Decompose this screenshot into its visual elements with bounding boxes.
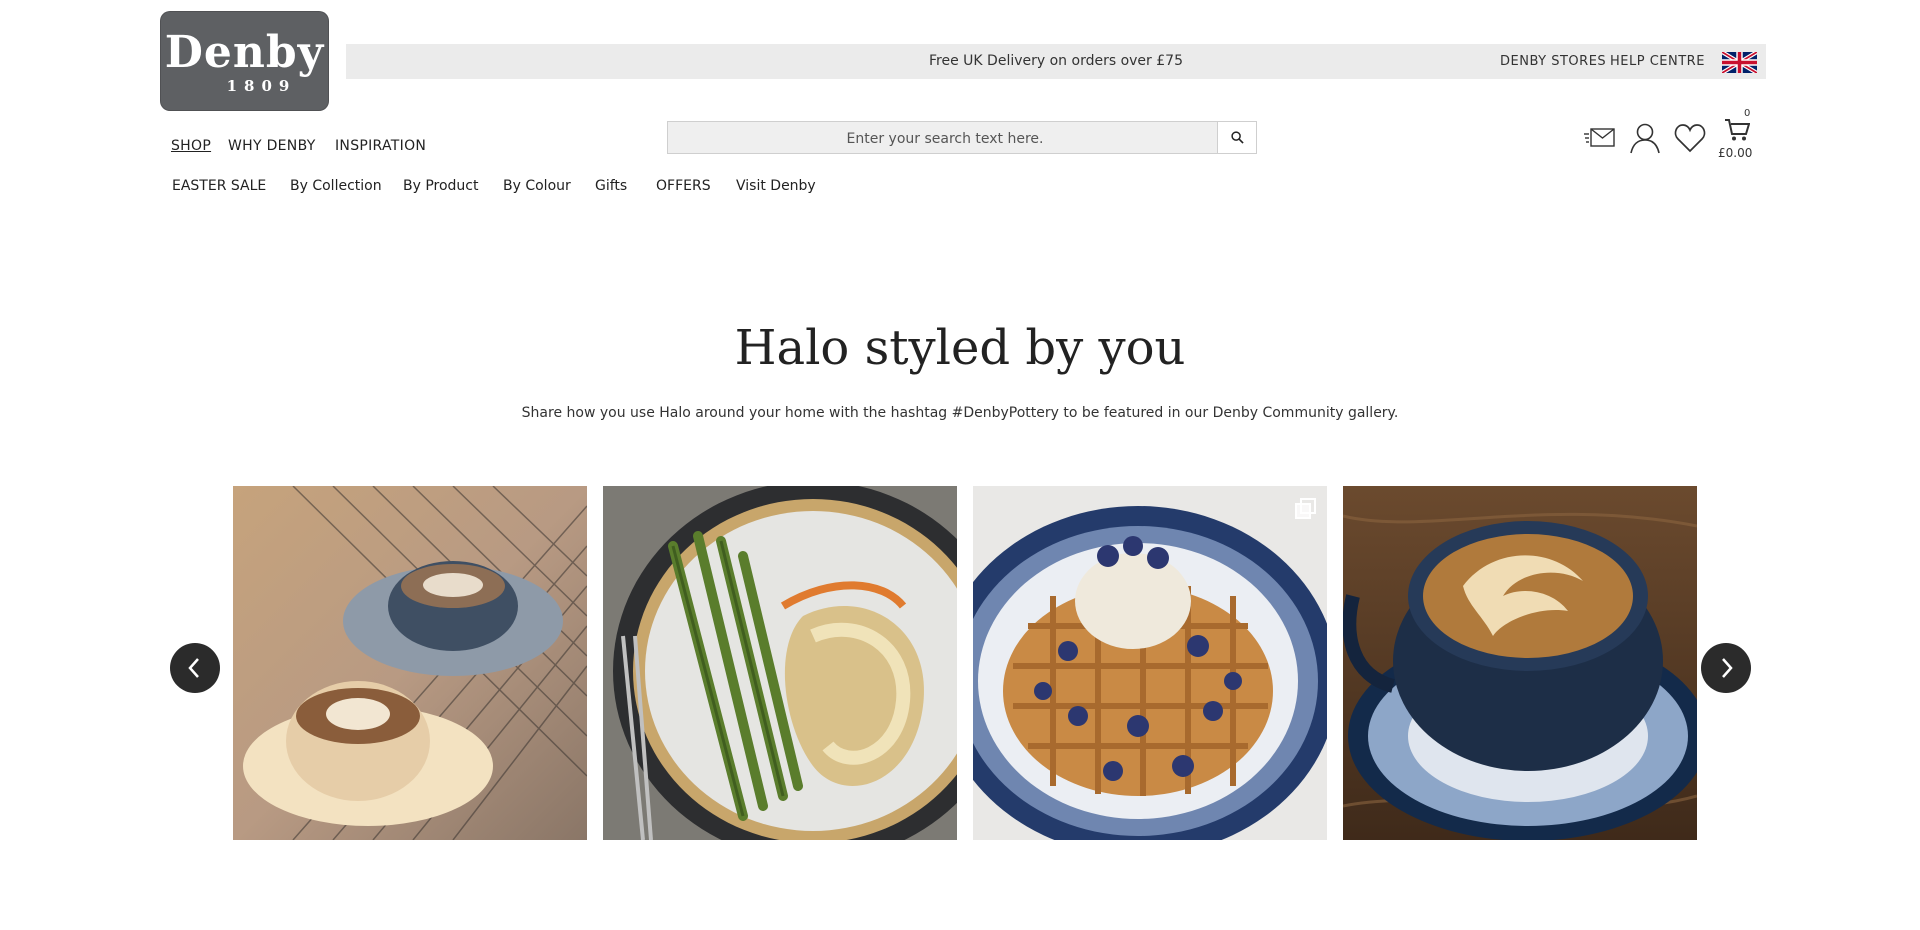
basket-count-badge: 0 xyxy=(1744,108,1751,119)
logo-year: 1809 xyxy=(226,77,297,95)
chevron-left-icon xyxy=(188,658,199,678)
gallery-image-waffle[interactable] xyxy=(973,486,1327,840)
basket-icon[interactable] xyxy=(1724,118,1751,146)
page-subtitle: Share how you use Halo around your home … xyxy=(521,405,1399,421)
subnav-visit-denby[interactable]: Visit Denby xyxy=(736,178,816,194)
page-title: Halo styled by you xyxy=(734,320,1186,376)
gallery-image-latte[interactable] xyxy=(1343,486,1697,840)
search-button[interactable] xyxy=(1217,122,1256,153)
gallery-prev-button[interactable] xyxy=(170,643,220,693)
nav-inspiration[interactable]: INSPIRATION xyxy=(335,138,426,154)
nav-why-denby[interactable]: WHY DENBY xyxy=(228,138,316,154)
logo-wordmark: Denby xyxy=(164,27,325,78)
account-icon[interactable] xyxy=(1629,122,1661,158)
subnav-by-colour[interactable]: By Colour xyxy=(503,178,571,194)
top-announcement-bar: Free UK Delivery on orders over £75 DENB… xyxy=(346,44,1766,79)
subnav-offers[interactable]: OFFERS xyxy=(656,178,711,194)
chevron-right-icon xyxy=(1722,658,1733,678)
gallery-image-coffee-cups[interactable] xyxy=(233,486,587,840)
subnav-by-product[interactable]: By Product xyxy=(403,178,479,194)
search-icon xyxy=(1230,131,1244,144)
basket-total: £0.00 xyxy=(1718,146,1753,160)
denby-stores-link[interactable]: DENBY STORES xyxy=(1500,44,1606,79)
nav-shop[interactable]: SHOP xyxy=(171,138,211,154)
gallery-image-asparagus-chicken[interactable] xyxy=(603,486,957,840)
store-locator-icon[interactable] xyxy=(1584,126,1616,154)
gallery-next-button[interactable] xyxy=(1701,643,1751,693)
uk-flag-icon[interactable] xyxy=(1720,50,1759,75)
subnav-by-collection[interactable]: By Collection xyxy=(290,178,382,194)
subnav-gifts[interactable]: Gifts xyxy=(595,178,627,194)
subnav-easter-sale[interactable]: EASTER SALE xyxy=(172,178,266,194)
help-centre-link[interactable]: HELP CENTRE xyxy=(1610,44,1705,79)
search-input[interactable] xyxy=(668,122,1222,155)
denby-logo[interactable]: Denby 1809 xyxy=(160,11,329,111)
heart-icon[interactable] xyxy=(1674,123,1706,157)
search-bar xyxy=(667,121,1257,155)
